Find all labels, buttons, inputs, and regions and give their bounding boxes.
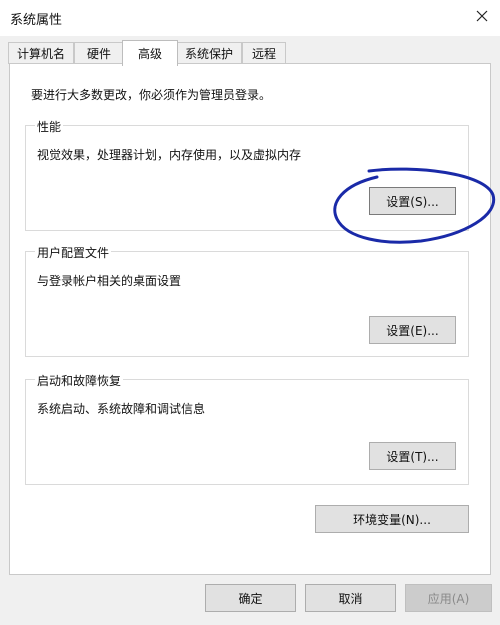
performance-settings-button[interactable]: 设置(S)... xyxy=(369,187,456,215)
startup-recovery-group-title: 启动和故障恢复 xyxy=(35,372,124,389)
environment-variables-button[interactable]: 环境变量(N)... xyxy=(315,505,469,533)
window-title: 系统属性 xyxy=(10,13,63,28)
startup-recovery-settings-button[interactable]: 设置(T)... xyxy=(369,442,456,470)
tab-strip: 计算机名 硬件 高级 系统保护 远程 xyxy=(8,40,492,66)
performance-description: 视觉效果，处理器计划，内存使用，以及虚拟内存 xyxy=(37,148,302,162)
performance-group-title: 性能 xyxy=(35,118,64,135)
tab-computer-name[interactable]: 计算机名 xyxy=(8,42,74,64)
title-bar: 系统属性 xyxy=(0,0,500,36)
cancel-button[interactable]: 取消 xyxy=(305,584,396,612)
ok-button[interactable]: 确定 xyxy=(205,584,296,612)
admin-notice: 要进行大多数更改，你必须作为管理员登录。 xyxy=(31,88,272,102)
close-icon[interactable] xyxy=(472,6,492,26)
user-profiles-group-title: 用户配置文件 xyxy=(35,244,112,261)
performance-group xyxy=(25,125,469,231)
tab-hardware[interactable]: 硬件 xyxy=(74,42,124,64)
tab-advanced[interactable]: 高级 xyxy=(122,40,178,66)
startup-recovery-description: 系统启动、系统故障和调试信息 xyxy=(37,402,206,416)
user-profiles-description: 与登录帐户相关的桌面设置 xyxy=(37,274,182,288)
user-profiles-settings-button[interactable]: 设置(E)... xyxy=(369,316,456,344)
tab-system-protection[interactable]: 系统保护 xyxy=(176,42,242,64)
tab-remote[interactable]: 远程 xyxy=(242,42,286,64)
apply-button[interactable]: 应用(A) xyxy=(405,584,492,612)
